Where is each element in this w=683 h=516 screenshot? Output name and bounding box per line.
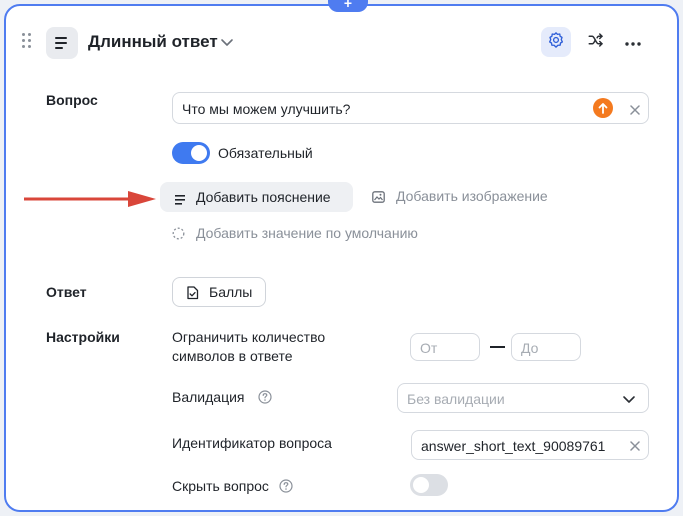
hide-question-toggle[interactable] bbox=[410, 474, 448, 496]
max-chars-placeholder: До bbox=[521, 340, 539, 356]
settings-section-label: Настройки bbox=[46, 329, 120, 345]
shuffle-button[interactable] bbox=[581, 27, 611, 57]
close-icon[interactable] bbox=[629, 103, 641, 115]
toggle-knob bbox=[191, 145, 207, 161]
question-text-input[interactable]: Что мы можем улучшить? bbox=[172, 92, 649, 124]
add-default-value-button[interactable]: Добавить значение по умолчанию bbox=[172, 224, 442, 244]
toggle-knob bbox=[413, 477, 429, 493]
hide-question-label: Скрыть вопрос bbox=[172, 478, 269, 494]
drag-handle-icon[interactable] bbox=[22, 33, 32, 51]
document-check-icon bbox=[186, 286, 199, 305]
question-type-title[interactable]: Длинный ответ bbox=[88, 32, 218, 52]
add-hint-button[interactable]: Добавить пояснение bbox=[160, 182, 353, 212]
add-image-button[interactable]: Добавить изображение bbox=[372, 188, 562, 208]
points-button-label: Баллы bbox=[209, 284, 253, 300]
min-chars-input[interactable]: От bbox=[410, 333, 480, 361]
identifier-input[interactable]: answer_short_text_90089761 bbox=[411, 430, 649, 460]
align-left-icon bbox=[175, 192, 187, 210]
identifier-value: answer_short_text_90089761 bbox=[421, 438, 606, 454]
close-icon[interactable] bbox=[629, 439, 641, 451]
settings-button[interactable] bbox=[541, 27, 571, 57]
add-question-button[interactable]: + bbox=[328, 0, 368, 12]
limit-chars-label-line2: символов в ответе bbox=[172, 348, 293, 364]
validation-label: Валидация bbox=[172, 389, 245, 405]
image-icon bbox=[372, 190, 385, 208]
shuffle-icon bbox=[587, 31, 605, 54]
arrow-up-icon[interactable] bbox=[593, 98, 613, 118]
answer-section-label: Ответ bbox=[46, 284, 87, 300]
add-default-value-label: Добавить значение по умолчанию bbox=[196, 225, 418, 241]
add-hint-label: Добавить пояснение bbox=[196, 189, 331, 205]
max-chars-input[interactable]: До bbox=[511, 333, 581, 361]
chevron-down-icon bbox=[622, 392, 636, 411]
align-left-icon bbox=[46, 27, 78, 59]
dashed-circle-icon bbox=[172, 227, 185, 245]
add-image-label: Добавить изображение bbox=[396, 188, 548, 204]
question-text-value: Что мы можем улучшить? bbox=[182, 101, 351, 117]
range-dash bbox=[490, 346, 505, 348]
validation-select[interactable]: Без валидации bbox=[397, 383, 649, 413]
question-card: + Длинный ответ Вопрос Что мы можем улуч… bbox=[4, 0, 679, 512]
chevron-down-icon[interactable] bbox=[220, 35, 234, 49]
gear-icon bbox=[547, 31, 565, 54]
min-chars-placeholder: От bbox=[420, 340, 438, 356]
question-section-label: Вопрос bbox=[46, 92, 98, 108]
help-icon[interactable] bbox=[258, 390, 272, 404]
annotation-arrow-icon bbox=[24, 191, 158, 212]
identifier-label: Идентификатор вопроса bbox=[172, 435, 332, 451]
more-icon bbox=[625, 33, 641, 51]
required-toggle-label: Обязательный bbox=[218, 145, 313, 161]
points-button[interactable]: Баллы bbox=[172, 277, 266, 307]
validation-select-value: Без валидации bbox=[407, 391, 505, 407]
limit-chars-label-line1: Ограничить количество bbox=[172, 329, 326, 345]
help-icon[interactable] bbox=[279, 479, 293, 493]
more-button[interactable] bbox=[618, 27, 648, 57]
required-toggle[interactable] bbox=[172, 142, 210, 164]
